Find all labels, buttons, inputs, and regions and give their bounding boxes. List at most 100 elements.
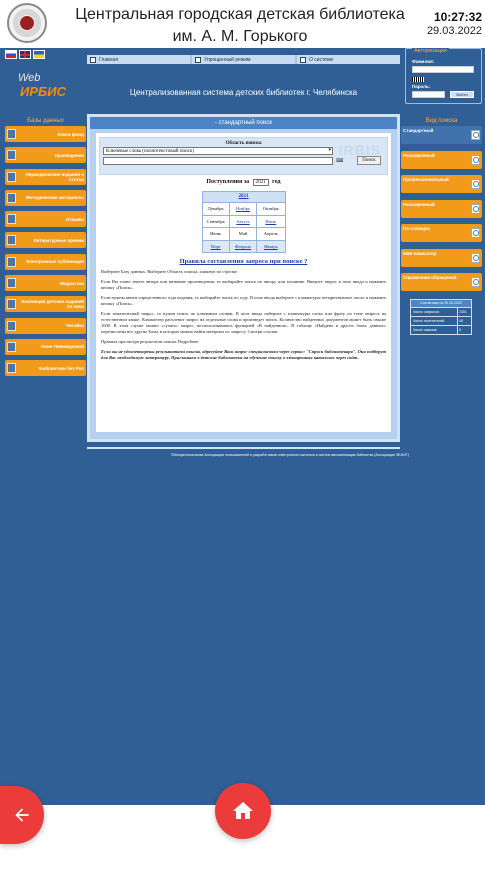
year-select[interactable]: 2021: [252, 179, 269, 186]
search-type-label: Расширенный: [403, 201, 435, 207]
search-area-select[interactable]: Ключевые слова (полнотекстовый поиск): [103, 147, 333, 155]
clock: 10:27:32: [433, 10, 482, 24]
search-type-label: Расширенный: [403, 152, 435, 158]
db-label: Краеведение: [54, 152, 84, 158]
month-link[interactable]: Июль: [257, 214, 285, 228]
logo-web-text: Web: [18, 72, 41, 84]
month-link[interactable]: Январь: [257, 239, 285, 252]
db-label: Книги фонд: [57, 131, 84, 137]
db-label: Литературные премии: [33, 237, 84, 243]
top-nav: Главная Упрощенный режим О системе: [87, 55, 400, 64]
databases-title: Базы данных: [27, 118, 64, 124]
app-header: Центральная городская детская библиотека…: [0, 0, 485, 48]
magnifier-icon: [471, 252, 480, 263]
book-icon: [7, 150, 16, 161]
month-link[interactable]: Март: [202, 239, 230, 252]
search-type-item[interactable]: Расширенный: [401, 150, 482, 169]
language-flags: [5, 50, 45, 60]
db-label: Коллекция детских изданий XX века: [21, 299, 84, 310]
book-icon: [7, 235, 16, 246]
ua-flag-icon[interactable]: [33, 50, 45, 59]
stats-label: Число запросов: [413, 309, 439, 314]
search-type-item[interactable]: Профессиональный: [401, 175, 482, 193]
library-name: Центральная городская детская библиотека…: [60, 4, 420, 48]
en-flag-icon[interactable]: [19, 50, 31, 59]
search-type-item[interactable]: По словарю: [401, 224, 482, 242]
month-link[interactable]: Август: [229, 214, 258, 227]
month-link[interactable]: Ноябрь: [229, 202, 258, 215]
db-item[interactable]: Электронные публикации: [5, 253, 86, 270]
nav-home[interactable]: Главная: [87, 55, 190, 64]
search-type-label: Справочник обращений: [403, 275, 457, 280]
login-button[interactable]: Войти: [450, 91, 474, 98]
ru-flag-icon[interactable]: [5, 50, 17, 59]
book-icon: [7, 129, 16, 139]
book-icon: [7, 341, 16, 352]
month-cell: Декабрь: [202, 202, 230, 215]
month-cell: Октябрь: [257, 202, 285, 215]
search-type-item[interactable]: Расширенный: [401, 199, 482, 218]
login-input[interactable]: [412, 66, 474, 73]
db-item[interactable]: Нине Пивоваровой: [5, 338, 86, 355]
auth-title: Авторизация: [412, 48, 449, 54]
search-rules-link[interactable]: Правила составления запроса при поиске ?: [99, 258, 388, 265]
info-icon: [300, 56, 306, 63]
book-icon: [7, 299, 16, 310]
password-label: Пароль:: [412, 84, 431, 89]
db-label: Читайка: [65, 323, 84, 329]
db-item[interactable]: Медиатека: [5, 275, 86, 292]
stats-row: Число посетителей 48: [411, 315, 471, 325]
db-item[interactable]: Книги фонд: [5, 126, 86, 142]
keyboard-icon[interactable]: ⌨: [336, 158, 343, 164]
search-type-item[interactable]: Стандартный: [401, 126, 482, 144]
site-frame: Web ИРБИС Главная Упрощенный режим О сис…: [0, 48, 485, 805]
arrow-left-icon: [15, 808, 29, 822]
db-item[interactable]: Читайка: [5, 317, 86, 334]
book-icon: [7, 278, 16, 289]
help-paragraph: Если нужны книги определенного года изда…: [101, 295, 386, 306]
db-item[interactable]: Литературные премии: [5, 232, 86, 249]
book-icon: [7, 171, 16, 182]
calendar-year-link[interactable]: 2021: [202, 192, 285, 202]
month-cell: Сентябрь: [202, 214, 230, 227]
password-input[interactable]: [412, 91, 445, 98]
main-panel-title: - стандартный поиск: [90, 117, 397, 129]
db-item[interactable]: Методические материалы: [5, 189, 86, 206]
db-item[interactable]: Периодические издания и статьи: [5, 168, 86, 185]
search-type-item[interactable]: Справочник обращений: [401, 273, 482, 291]
home-button[interactable]: [215, 783, 271, 839]
footer-copyright: ©Межрегиональная Ассоциация пользователе…: [170, 453, 410, 457]
stats-row: Число запросов 2301: [411, 306, 471, 316]
results-help-link[interactable]: Правила просмотра результатов поиска Под…: [99, 339, 388, 345]
search-type-title: Вид поиска: [425, 118, 458, 124]
book-icon: [7, 320, 16, 331]
webirbis-logo[interactable]: Web ИРБИС: [18, 72, 74, 104]
nav-simple-mode-label: Упрощенный режим: [204, 56, 251, 63]
ask-librarian-paragraph: Если вы не удовлетворены результатами по…: [101, 349, 386, 360]
month-link[interactable]: Февраль: [229, 239, 258, 252]
search-area-label: Область поиска: [225, 141, 262, 146]
arrivals-line: Поступления за 2021 год: [99, 179, 388, 186]
magnifier-icon: [471, 228, 480, 238]
search-type-item[interactable]: ББК-навигатор: [401, 248, 482, 267]
db-item[interactable]: Коллекция детских изданий XX века: [5, 296, 86, 313]
search-input[interactable]: [103, 157, 333, 165]
stats-label: Число заказов: [413, 327, 437, 332]
book-icon: [7, 256, 16, 267]
calendar-months: Декабрь Ноябрь Октябрь Сентябрь Август И…: [202, 202, 285, 252]
nav-simple-mode[interactable]: Упрощенный режим: [192, 55, 295, 64]
db-item[interactable]: Краеведение: [5, 147, 86, 164]
home-icon: [90, 56, 96, 63]
month-cell: Апрель: [257, 227, 285, 240]
db-item[interactable]: Отзывы: [5, 211, 86, 228]
nav-about[interactable]: О системе: [297, 55, 400, 64]
help-paragraph: Если Вы точно знаете автора или название…: [101, 279, 386, 290]
db-item[interactable]: Библиотеки без Рос: [5, 360, 86, 377]
search-type-label: По словарю: [403, 226, 431, 231]
mode-icon: [195, 56, 201, 63]
book-icon: [7, 214, 16, 225]
db-label: Библиотеки без Рос: [39, 365, 84, 371]
search-type-list: Стандартный Расширенный Профессиональный…: [401, 126, 482, 298]
library-logo-icon: [7, 3, 47, 43]
search-button[interactable]: Поиск: [357, 156, 381, 165]
